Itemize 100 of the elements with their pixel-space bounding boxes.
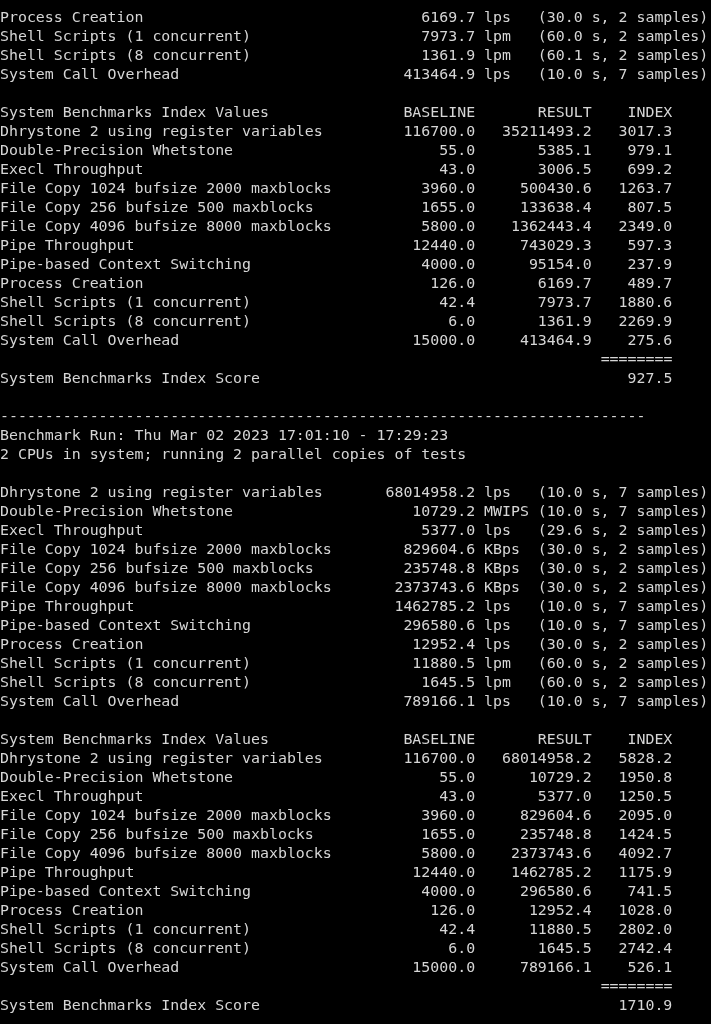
benchmark-value: 789166.1 [402, 692, 476, 711]
benchmark-name: File Copy 256 bufsize 500 maxblocks [0, 198, 315, 217]
unit-label: lpm [484, 673, 512, 692]
benchmark-value: 413464.9 [402, 65, 476, 84]
unit-label: lps [484, 521, 512, 540]
baseline-value: 43.0 [438, 787, 476, 806]
sample-info: (30.0 s, 2 samples) [537, 8, 709, 27]
unit-label: lpm [484, 27, 512, 46]
baseline-value: 12440.0 [411, 236, 476, 255]
benchmark-value: 2373743.6 [393, 578, 476, 597]
benchmark-name: File Copy 4096 bufsize 8000 maxblocks [0, 217, 333, 236]
unit-label: MWIPS [484, 502, 529, 521]
unit-label: lps [484, 8, 512, 27]
index-value: 2269.9 [617, 312, 673, 331]
benchmark-name: Process Creation [0, 274, 145, 293]
benchmark-name: Process Creation [0, 901, 145, 920]
sample-info: (29.6 s, 2 samples) [537, 521, 709, 540]
result-value: 11880.5 [527, 920, 592, 939]
result-value: 1362443.4 [509, 217, 592, 236]
benchmark-name: System Call Overhead [0, 692, 181, 711]
benchmark-name: Shell Scripts (8 concurrent) [0, 46, 253, 65]
result-value: 10729.2 [527, 768, 592, 787]
result-value: 133638.4 [518, 198, 592, 217]
benchmark-value: 7973.7 [420, 27, 476, 46]
result-value: 743029.3 [518, 236, 592, 255]
sample-info: (10.0 s, 7 samples) [537, 65, 709, 84]
index-value: 1880.6 [617, 293, 673, 312]
unit-label: KBps [484, 540, 521, 559]
benchmark-value: 68014958.2 [384, 483, 476, 502]
column-header: BASELINE [402, 103, 476, 122]
index-value: 489.7 [626, 274, 673, 293]
result-value: 5377.0 [536, 787, 592, 806]
unit-label: lps [484, 692, 512, 711]
benchmark-name: Pipe Throughput [0, 863, 136, 882]
benchmark-value: 11880.5 [411, 654, 476, 673]
benchmark-name: System Call Overhead [0, 65, 181, 84]
benchmark-name: Execl Throughput [0, 160, 145, 179]
dashed-separator: ------------------------------------------------------------------------ [0, 407, 646, 426]
sample-info: (10.0 s, 7 samples) [537, 483, 709, 502]
benchmark-name: File Copy 1024 bufsize 2000 maxblocks [0, 806, 333, 825]
index-value: 1028.0 [617, 901, 673, 920]
column-header: INDEX [626, 103, 673, 122]
index-value: 5828.2 [617, 749, 673, 768]
sample-info: (30.0 s, 2 samples) [537, 578, 709, 597]
column-header: RESULT [536, 103, 592, 122]
unit-label: lps [484, 597, 512, 616]
benchmark-name: Shell Scripts (1 concurrent) [0, 27, 253, 46]
benchmark-name: Shell Scripts (1 concurrent) [0, 293, 253, 312]
index-value: 4092.7 [617, 844, 673, 863]
unit-label: lpm [484, 654, 512, 673]
benchmark-name: System Call Overhead [0, 331, 181, 350]
benchmark-name: Process Creation [0, 635, 145, 654]
baseline-value: 42.4 [438, 920, 476, 939]
benchmark-value: 10729.2 [411, 502, 476, 521]
score-value: 1710.9 [617, 996, 673, 1015]
baseline-value: 3960.0 [420, 806, 476, 825]
baseline-value: 6.0 [447, 312, 476, 331]
result-value: 7973.7 [536, 293, 592, 312]
result-value: 2373743.6 [509, 844, 592, 863]
benchmark-name: Double-Precision Whetstone [0, 141, 235, 160]
benchmark-name: Double-Precision Whetstone [0, 768, 235, 787]
index-value: 1950.8 [617, 768, 673, 787]
benchmark-name: Pipe Throughput [0, 236, 136, 255]
index-value: 597.3 [626, 236, 673, 255]
baseline-value: 116700.0 [402, 122, 476, 141]
unit-label: lps [484, 635, 512, 654]
sample-info: (60.0 s, 2 samples) [537, 673, 709, 692]
benchmark-name: Pipe Throughput [0, 597, 136, 616]
column-header: RESULT [536, 730, 592, 749]
index-value: 275.6 [626, 331, 673, 350]
benchmark-name: Shell Scripts (1 concurrent) [0, 654, 253, 673]
unit-label: lpm [484, 46, 512, 65]
baseline-value: 15000.0 [411, 958, 476, 977]
index-value: 237.9 [626, 255, 673, 274]
benchmark-name: Double-Precision Whetstone [0, 502, 235, 521]
result-value: 3006.5 [536, 160, 592, 179]
benchmark-value: 5377.0 [420, 521, 476, 540]
index-value: 979.1 [626, 141, 673, 160]
unit-label: lps [484, 616, 512, 635]
benchmark-name: Execl Throughput [0, 787, 145, 806]
baseline-value: 3960.0 [420, 179, 476, 198]
benchmark-name: File Copy 4096 bufsize 8000 maxblocks [0, 844, 333, 863]
result-value: 413464.9 [518, 331, 592, 350]
baseline-value: 12440.0 [411, 863, 476, 882]
baseline-value: 4000.0 [420, 255, 476, 274]
result-value: 1462785.2 [509, 863, 592, 882]
sample-info: (10.0 s, 7 samples) [537, 597, 709, 616]
sample-info: (30.0 s, 2 samples) [537, 635, 709, 654]
sample-info: (60.0 s, 2 samples) [537, 27, 709, 46]
unit-label: lps [484, 483, 512, 502]
benchmark-name: Execl Throughput [0, 521, 145, 540]
result-value: 500430.6 [518, 179, 592, 198]
benchmark-value: 1645.5 [420, 673, 476, 692]
baseline-value: 5800.0 [420, 844, 476, 863]
index-value: 2349.0 [617, 217, 673, 236]
baseline-value: 116700.0 [402, 749, 476, 768]
score-value: 927.5 [626, 369, 673, 388]
baseline-value: 6.0 [447, 939, 476, 958]
index-value: 807.5 [626, 198, 673, 217]
result-value: 95154.0 [527, 255, 592, 274]
